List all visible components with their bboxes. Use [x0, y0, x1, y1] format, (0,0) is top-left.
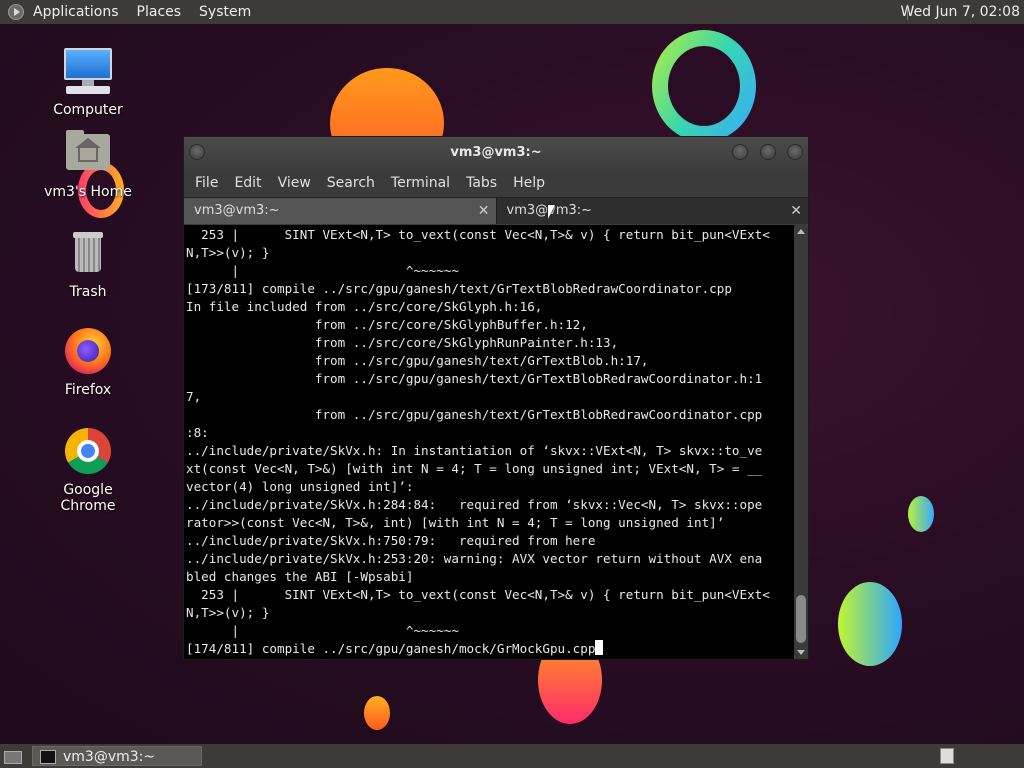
desktop-icon-home[interactable]: vm3's Home [38, 128, 138, 200]
desktop-icon-computer[interactable]: Computer [38, 46, 138, 118]
terminal-line: 253 | SINT VExt<N,T> to_vext(const Vec<N… [201, 587, 770, 602]
terminal-line: from ../src/core/SkGlyphBuffer.h:12, [314, 317, 588, 332]
menu-help[interactable]: Help [505, 175, 553, 191]
terminal-line: [173/811] compile ../src/gpu/ganesh/text… [186, 281, 732, 296]
trash-icon [62, 228, 114, 280]
computer-icon [62, 46, 114, 98]
terminal-line: from ../src/core/SkGlyphRunPainter.h:13, [314, 335, 619, 350]
menu-bar: File Edit View Search Terminal Tabs Help [184, 169, 808, 197]
close-tab-icon[interactable]: ✕ [790, 198, 802, 224]
terminal-current-line: [174/811] compile ../src/gpu/ganesh/mock… [186, 641, 596, 656]
firefox-icon [62, 326, 114, 378]
wallpaper-ring [652, 30, 756, 142]
terminal-line: bled changes the ABI [-Wpsabi] [186, 569, 414, 584]
window-title: vm3@vm3:~ [450, 145, 542, 160]
terminal-cursor [595, 640, 604, 655]
desktop-icon-label: Trash [69, 284, 107, 300]
terminal-line: from ../src/gpu/ganesh/text/GrTextBlob.h… [314, 353, 649, 368]
menu-terminal[interactable]: Terminal [383, 175, 458, 191]
terminal-scrollbar[interactable] [794, 225, 808, 659]
terminal-line: | ^~~~~~~ [231, 623, 459, 638]
desktop-icon-label: vm3's Home [44, 184, 132, 200]
terminal-line: 253 | SINT VExt<N,T> to_vext(const Vec<N… [201, 227, 770, 242]
menu-logo-icon[interactable] [8, 4, 24, 20]
system-menu[interactable]: System [190, 4, 260, 20]
desktop-icon-trash[interactable]: Trash [38, 228, 138, 300]
desktop-icon-label: Computer [53, 102, 123, 118]
places-menu[interactable]: Places [128, 4, 191, 20]
terminal-text: 253 | SINT VExt<N,T> to_vext(const Vec<N… [184, 225, 794, 658]
close-button[interactable] [787, 144, 803, 160]
terminal-line: ../include/private/SkVx.h:750:79: requir… [186, 533, 596, 548]
menu-tabs[interactable]: Tabs [458, 175, 505, 191]
terminal-line: xt(const Vec<N, T>&) [with int N = 4; T … [186, 461, 763, 476]
desktop-icon-firefox[interactable]: Firefox [38, 326, 138, 398]
tab-bar: vm3@vm3:~ ✕ vm3@vm3:~ ✕ [184, 197, 808, 224]
wallpaper-large-egg [838, 582, 902, 666]
chrome-icon [62, 426, 114, 478]
terminal-line: In file included from ../src/core/SkGlyp… [186, 299, 543, 314]
terminal-line: 7, [186, 389, 202, 404]
wallpaper-green-blue-egg [908, 496, 934, 532]
terminal-line: ../include/private/SkVx.h:284:84: requir… [186, 497, 763, 512]
taskbar-window-button[interactable]: vm3@vm3:~ [32, 746, 202, 766]
tab-label: vm3@vm3:~ [194, 203, 280, 218]
terminal-line: ../include/private/SkVx.h: In instantiat… [186, 443, 763, 458]
terminal-window: vm3@vm3:~ File Edit View Search Terminal… [183, 136, 809, 660]
menu-view[interactable]: View [270, 175, 319, 191]
close-tab-icon[interactable]: ✕ [478, 198, 490, 224]
terminal-line: ../include/private/SkVx.h:253:20: warnin… [186, 551, 763, 566]
terminal-line: from ../src/gpu/ganesh/text/GrTextBlobRe… [314, 407, 763, 422]
minimize-button[interactable] [732, 144, 748, 160]
desktop-icon-label: Firefox [64, 382, 112, 398]
terminal-line: vector(4) long unsigned int]’: [186, 479, 414, 494]
home-folder-icon [62, 128, 114, 180]
mouse-pointer-icon [548, 205, 555, 219]
window-titlebar[interactable]: vm3@vm3:~ [184, 137, 808, 169]
terminal-icon [40, 750, 56, 764]
taskbar-label: vm3@vm3:~ [63, 749, 156, 765]
menu-file[interactable]: File [187, 175, 226, 191]
scroll-down-icon[interactable] [797, 650, 805, 655]
desktop-icon-label: Google Chrome [60, 482, 116, 514]
terminal-line: | ^~~~~~~ [231, 263, 459, 278]
desktop-icon-chrome[interactable]: Google Chrome [38, 426, 138, 514]
scrollbar-thumb[interactable] [796, 595, 806, 643]
show-desktop-icon[interactable] [2, 747, 22, 765]
workspace-switcher[interactable] [940, 748, 954, 764]
menu-edit[interactable]: Edit [226, 175, 269, 191]
terminal-line: :8: [186, 425, 209, 440]
top-panel: Applications Places System Wed Jun 7, 02… [0, 0, 1024, 24]
wallpaper-small-orange-egg [364, 696, 390, 730]
terminal-output[interactable]: 253 | SINT VExt<N,T> to_vext(const Vec<N… [184, 225, 794, 659]
terminal-line: from ../src/gpu/ganesh/text/GrTextBlobRe… [314, 371, 763, 386]
clock[interactable]: Wed Jun 7, 02:08 [901, 0, 1020, 24]
tab-1[interactable]: vm3@vm3:~ ✕ [184, 198, 496, 224]
menu-search[interactable]: Search [319, 175, 383, 191]
bottom-panel: vm3@vm3:~ [0, 744, 1024, 768]
scroll-up-icon[interactable] [797, 229, 805, 234]
terminal-line: N,T>>(v); } [186, 605, 270, 620]
terminal-line: rator>>(const Vec<N, T>&, int) [with int… [186, 515, 725, 530]
applications-menu[interactable]: Applications [24, 4, 128, 20]
maximize-button[interactable] [760, 144, 776, 160]
terminal-line: N,T>>(v); } [186, 245, 270, 260]
tab-2[interactable]: vm3@vm3:~ ✕ [495, 198, 808, 224]
